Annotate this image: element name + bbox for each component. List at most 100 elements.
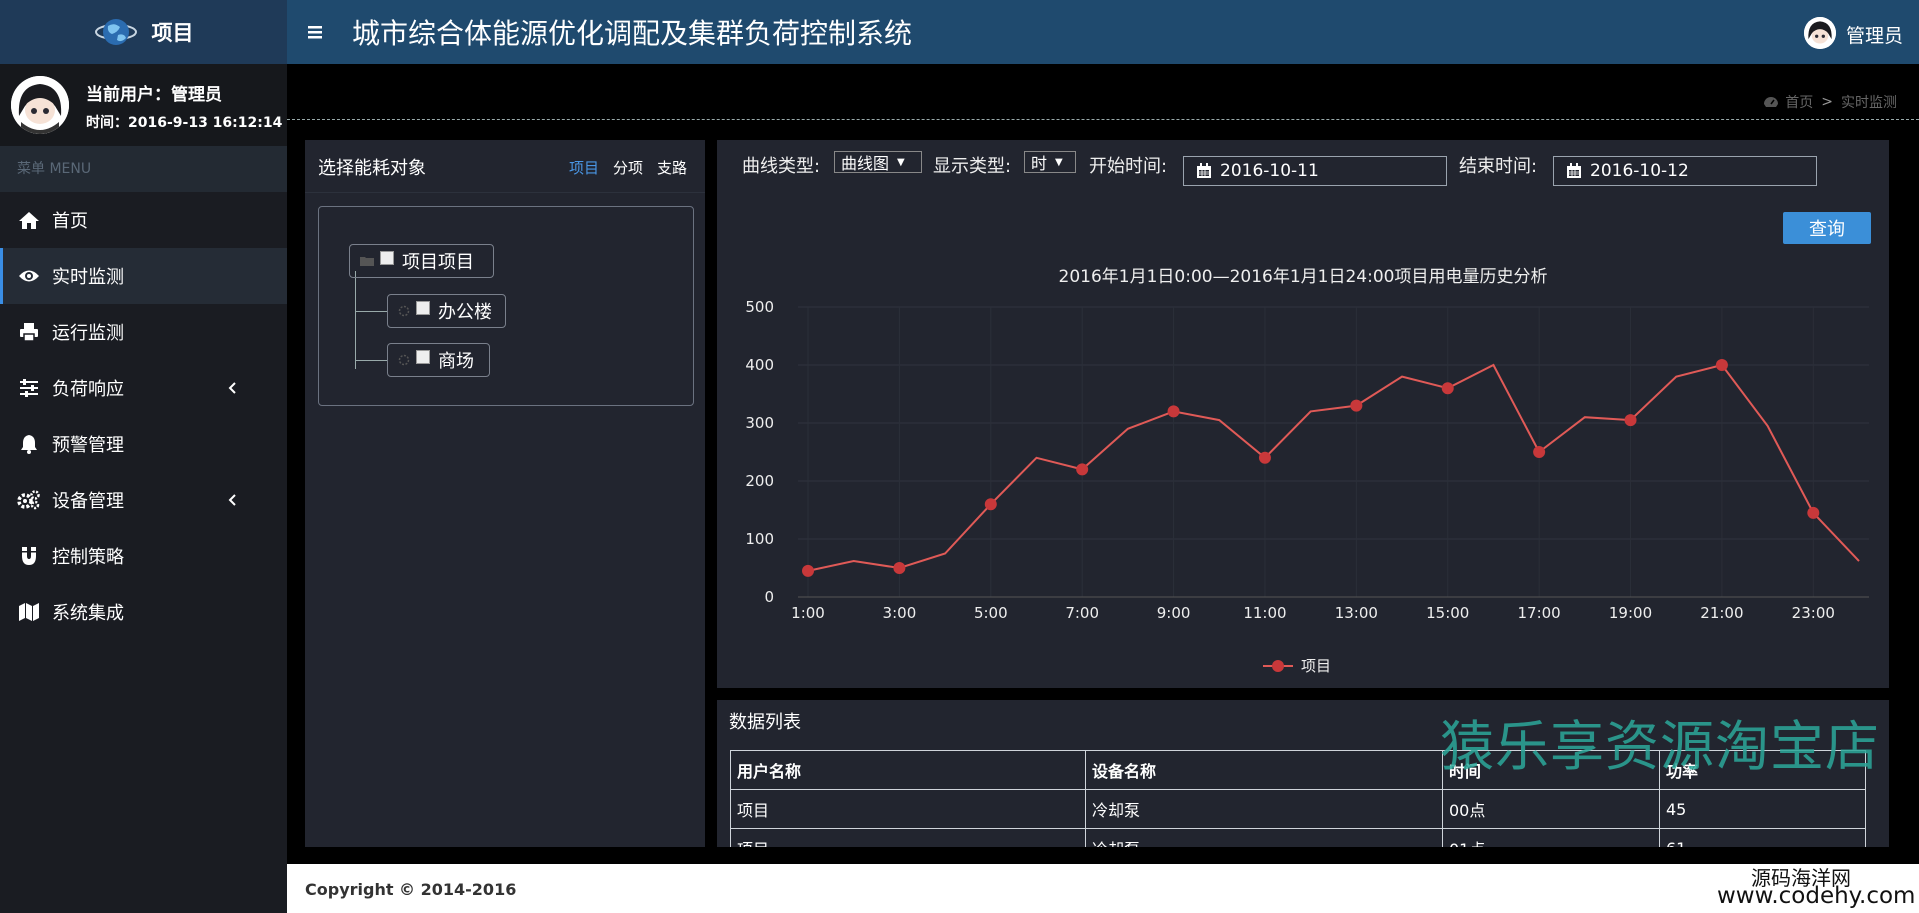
sidebar-item-label: 负荷响应 xyxy=(52,379,124,400)
loading-icon xyxy=(398,305,410,317)
data-point xyxy=(1167,405,1180,418)
tab-sub-item[interactable]: 分项 xyxy=(613,157,643,178)
data-point xyxy=(1533,446,1546,458)
sidebar-item-operation[interactable]: 运行监测 xyxy=(0,304,287,360)
table-cell: 61 xyxy=(1659,828,1866,847)
table-cell: 45 xyxy=(1659,789,1866,829)
sidebar-item-load-response[interactable]: 负荷响应 xyxy=(0,360,287,416)
footer: Copyright © 2014-2016 xyxy=(287,864,1919,913)
tree-node-root[interactable]: 项目项目 xyxy=(349,244,494,278)
tree-connector xyxy=(355,360,387,361)
table-cell: 项目 xyxy=(730,789,1086,829)
x-tick-label: 11:00 xyxy=(1243,604,1286,622)
app-name: 项目 xyxy=(151,21,194,45)
data-point xyxy=(802,564,814,577)
panel-header: 选择能耗对象 项目 分项 支路 xyxy=(305,140,705,193)
hamburger-menu-icon[interactable] xyxy=(305,21,327,43)
print-icon xyxy=(16,321,42,343)
dashboard-icon xyxy=(1764,97,1779,107)
sidebar-item-label: 设备管理 xyxy=(52,491,124,512)
gears-icon xyxy=(16,489,42,511)
chart-panel: 曲线类型: 曲线图 ▼ 显示类型: 时 ▼ 开始时间: 2016-10-11 结… xyxy=(717,140,1889,688)
x-tick-label: 13:00 xyxy=(1335,604,1378,622)
sidebar-item-label: 实时监测 xyxy=(52,267,124,288)
top-bar: 城市综合体能源优化调配及集群负荷控制系统 管理员 xyxy=(287,0,1919,64)
table-cell: 项目 xyxy=(730,828,1086,847)
copyright-text: Copyright © 2014-2016 xyxy=(305,880,517,899)
admin-avatar[interactable] xyxy=(1804,17,1836,49)
user-info: 当前用户：管理员 时间：2016-9-13 16:12:14 xyxy=(0,64,287,146)
sidebar-item-device[interactable]: 设备管理 xyxy=(0,472,287,528)
anime-avatar-icon xyxy=(11,76,69,134)
current-user-label: 当前用户：管理员 xyxy=(86,85,222,105)
table-cell: 01点 xyxy=(1442,828,1660,847)
energy-object-panel: 选择能耗对象 项目 分项 支路 项目项目 办公楼 商场 xyxy=(305,140,705,847)
map-icon xyxy=(16,601,42,623)
x-tick-label: 5:00 xyxy=(974,604,1008,622)
x-tick-label: 17:00 xyxy=(1518,604,1561,622)
column-header[interactable]: 用户名称 xyxy=(730,750,1086,790)
table-row[interactable]: 项目 冷却泵 00点 45 xyxy=(730,789,1866,829)
y-tick-label: 300 xyxy=(745,414,774,432)
sidebar: 项目 当前用户：管理员 时间：2016-9-13 16:12:14 菜单 MEN… xyxy=(0,0,287,913)
column-header[interactable]: 设备名称 xyxy=(1085,750,1443,790)
legend-marker xyxy=(1272,660,1284,672)
tree-connector xyxy=(355,271,356,369)
sliders-icon xyxy=(16,377,42,399)
sidebar-item-label: 运行监测 xyxy=(52,323,124,344)
y-tick-label: 500 xyxy=(745,298,774,316)
data-point xyxy=(1076,463,1089,476)
shop-watermark: 猿乐享资源淘宝店 xyxy=(1440,715,1880,778)
logo-bar[interactable]: 项目 xyxy=(0,0,287,64)
current-time-label: 时间：2016-9-13 16:12:14 xyxy=(86,115,283,131)
x-tick-label: 19:00 xyxy=(1609,604,1652,622)
data-list-title: 数据列表 xyxy=(729,712,801,733)
data-point xyxy=(893,562,906,574)
data-point xyxy=(1441,382,1454,395)
table-cell: 冷却泵 xyxy=(1085,828,1443,847)
sidebar-item-label: 预警管理 xyxy=(52,435,124,456)
data-point xyxy=(984,498,997,511)
tree-node-mall[interactable]: 商场 xyxy=(387,343,490,377)
x-tick-label: 15:00 xyxy=(1426,604,1469,622)
breadcrumb-separator: > xyxy=(1821,94,1833,110)
tree-checkbox[interactable] xyxy=(416,301,430,315)
tree-checkbox[interactable] xyxy=(380,251,394,265)
admin-user-menu[interactable]: 管理员 xyxy=(1846,21,1903,48)
sidebar-item-warning[interactable]: 预警管理 xyxy=(0,416,287,472)
breadcrumb-home-link[interactable]: 首页 xyxy=(1785,92,1813,112)
sidebar-item-label: 控制策略 xyxy=(52,547,124,568)
tree-checkbox[interactable] xyxy=(416,350,430,364)
sidebar-item-label: 首页 xyxy=(52,211,88,232)
system-title: 城市综合体能源优化调配及集群负荷控制系统 xyxy=(352,17,913,50)
x-tick-label: 9:00 xyxy=(1157,604,1191,622)
menu-header: 菜单 MENU xyxy=(0,146,287,192)
tree-node-office[interactable]: 办公楼 xyxy=(387,294,506,328)
user-avatar[interactable] xyxy=(11,76,69,134)
tree-node-label: 办公楼 xyxy=(438,302,492,323)
sidebar-menu: 首页 实时监测 运行监测 负荷响应 预警管理 设备管理 控制策略 系统集成 xyxy=(0,192,287,640)
globe-logo-icon xyxy=(94,19,137,45)
usage-line-chart: 0 100 200 300 400 500 1:00 3:00 5:00 7:00 9:00 11:0… xyxy=(745,298,1869,675)
data-point xyxy=(1715,359,1728,371)
tab-project[interactable]: 项目 xyxy=(569,157,599,178)
sidebar-item-home[interactable]: 首页 xyxy=(0,192,287,248)
table-row[interactable]: 项目 冷却泵 01点 61 xyxy=(730,828,1866,847)
sidebar-item-integration[interactable]: 系统集成 xyxy=(0,584,287,640)
y-tick-label: 400 xyxy=(745,356,774,374)
y-tick-label: 200 xyxy=(745,472,774,490)
sidebar-item-realtime[interactable]: 实时监测 xyxy=(0,248,287,304)
home-icon xyxy=(16,209,42,231)
legend-label: 项目 xyxy=(1301,657,1331,675)
tab-branch[interactable]: 支路 xyxy=(657,157,687,178)
sidebar-item-control-strategy[interactable]: 控制策略 xyxy=(0,528,287,584)
breadcrumb-current: 实时监测 xyxy=(1841,95,1897,111)
data-point xyxy=(1350,399,1363,412)
object-tree: 项目项目 办公楼 商场 xyxy=(318,206,694,406)
object-type-tabs: 项目 分项 支路 xyxy=(569,157,687,178)
breadcrumb: 首页 > 实时监测 xyxy=(1763,92,1897,112)
folder-icon xyxy=(360,257,374,266)
x-tick-label: 3:00 xyxy=(883,604,917,622)
panel-title: 选择能耗对象 xyxy=(318,158,426,179)
y-tick-label: 0 xyxy=(764,588,774,606)
